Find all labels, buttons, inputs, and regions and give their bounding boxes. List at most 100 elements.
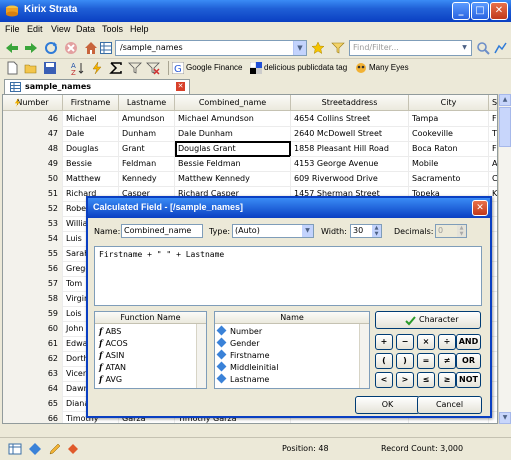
home-icon[interactable] bbox=[84, 41, 98, 55]
operator-button[interactable]: < bbox=[375, 372, 393, 388]
table-cell[interactable]: Douglas Grant bbox=[175, 141, 291, 157]
function-item[interactable]: f ASIN bbox=[99, 350, 124, 361]
table-cell[interactable]: Boca Raton bbox=[409, 141, 489, 157]
table-cell[interactable]: Sacramento bbox=[409, 171, 489, 187]
operator-button[interactable]: > bbox=[396, 372, 414, 388]
field-item[interactable]: Middleinitial bbox=[215, 361, 278, 373]
close-button[interactable]: ✕ bbox=[490, 2, 508, 20]
table-cell[interactable]: Matthew bbox=[63, 171, 119, 187]
operator-button[interactable]: ≠ bbox=[438, 353, 456, 369]
operator-button[interactable]: ≤ bbox=[417, 372, 435, 388]
table-cell[interactable]: CA bbox=[489, 171, 497, 187]
table-row[interactable]: 46 Michael Amundson Michael Amundson 4654 Co… bbox=[3, 111, 497, 127]
row-number-cell[interactable]: 48 bbox=[3, 141, 63, 157]
operator-button[interactable]: − bbox=[396, 334, 414, 350]
operator-button[interactable]: AND bbox=[456, 334, 481, 350]
row-number-cell[interactable]: 50 bbox=[3, 171, 63, 187]
table-row[interactable]: 50 Matthew Kennedy Matthew Kennedy 609 River… bbox=[3, 171, 497, 187]
field-item[interactable]: Lastname bbox=[215, 373, 269, 385]
forward-icon[interactable] bbox=[24, 41, 38, 55]
function-list-scrollbar[interactable] bbox=[196, 324, 206, 388]
new-file-icon[interactable] bbox=[5, 61, 19, 75]
field-item[interactable]: Firstname bbox=[215, 349, 270, 361]
table-cell[interactable]: 1858 Pleasant Hill Road bbox=[291, 141, 409, 157]
sort-icon[interactable]: AZ bbox=[71, 61, 85, 75]
bookmark-google-finance[interactable]: Google Finance bbox=[186, 63, 242, 72]
table-cell[interactable]: Feldman bbox=[119, 156, 175, 172]
cancel-button[interactable]: Cancel bbox=[417, 396, 482, 414]
table-cell[interactable]: 609 Riverwood Drive bbox=[291, 171, 409, 187]
field-list-scrollbar[interactable] bbox=[359, 324, 369, 388]
function-item[interactable]: f ABS bbox=[99, 326, 121, 337]
bookmark-many-eyes[interactable]: Many Eyes bbox=[369, 63, 409, 72]
function-list[interactable]: Function Name f ABS f ACOS f ASIN f ATAN f AVG bbox=[94, 311, 207, 389]
table-cell[interactable]: Dale Dunham bbox=[175, 126, 291, 142]
open-folder-icon[interactable] bbox=[24, 61, 38, 75]
table-view-icon[interactable] bbox=[8, 442, 22, 456]
operator-button[interactable]: ÷ bbox=[438, 334, 456, 350]
table-cell[interactable]: Cookeville bbox=[409, 126, 489, 142]
scroll-down-arrow[interactable]: ▼ bbox=[499, 412, 511, 424]
width-spinner[interactable]: 30 ▲ ▼ bbox=[350, 224, 382, 238]
lightning-icon[interactable] bbox=[90, 61, 104, 75]
save-disk-icon[interactable] bbox=[43, 61, 57, 75]
table-cell[interactable]: Dunham bbox=[119, 126, 175, 142]
row-number-cell[interactable]: 54 bbox=[3, 231, 63, 247]
chevron-down-icon[interactable]: ▼ bbox=[293, 41, 306, 55]
table-cell[interactable]: Bessie bbox=[63, 156, 119, 172]
options-chart-icon[interactable] bbox=[494, 41, 508, 55]
expression-editor[interactable]: Firstname + " " + Lastname bbox=[94, 246, 482, 306]
row-number-cell[interactable]: 62 bbox=[3, 351, 63, 367]
filter-funnel-icon[interactable] bbox=[331, 41, 345, 55]
row-number-cell[interactable]: 65 bbox=[3, 396, 63, 412]
remove-filter-icon[interactable] bbox=[146, 61, 160, 75]
table-cell[interactable]: Michael bbox=[63, 111, 119, 127]
table-row[interactable]: 49 Bessie Feldman Bessie Feldman 4153 George… bbox=[3, 156, 497, 172]
name-field[interactable]: Combined_name bbox=[121, 224, 203, 238]
row-number-cell[interactable]: 55 bbox=[3, 246, 63, 262]
menu-help[interactable]: Help bbox=[130, 24, 149, 34]
table-cell[interactable]: TN bbox=[489, 126, 497, 142]
dialog-close-button[interactable]: ✕ bbox=[472, 200, 488, 216]
row-number-cell[interactable]: 47 bbox=[3, 126, 63, 142]
row-number-cell[interactable]: 60 bbox=[3, 321, 63, 337]
bookmark-delicious-publicdata[interactable]: delicious publicdata tag bbox=[264, 63, 347, 72]
operator-button[interactable]: = bbox=[417, 353, 435, 369]
structure-diamond-icon[interactable] bbox=[28, 442, 42, 456]
table-cell[interactable]: Dale bbox=[63, 126, 119, 142]
operator-button[interactable]: ( bbox=[375, 353, 393, 369]
operator-button[interactable]: + bbox=[375, 334, 393, 350]
ok-button[interactable]: OK bbox=[355, 396, 420, 414]
row-number-cell[interactable]: 64 bbox=[3, 381, 63, 397]
chevron-down-icon[interactable]: ▼ bbox=[302, 225, 313, 237]
table-row[interactable]: 47 Dale Dunham Dale Dunham 2640 McDowell Str… bbox=[3, 126, 497, 142]
operator-button[interactable]: × bbox=[417, 334, 435, 350]
menu-tools[interactable]: Tools bbox=[102, 24, 123, 34]
function-item[interactable]: f ATAN bbox=[99, 362, 126, 373]
table-cell[interactable]: 2640 McDowell Street bbox=[291, 126, 409, 142]
relationships-icon[interactable] bbox=[66, 442, 80, 456]
search-icon[interactable] bbox=[476, 41, 490, 55]
row-number-cell[interactable]: 59 bbox=[3, 306, 63, 322]
row-number-cell[interactable]: 52 bbox=[3, 201, 63, 217]
spinner-arrows-icon[interactable]: ▲ ▼ bbox=[372, 225, 381, 237]
close-tab-icon[interactable]: ✕ bbox=[176, 82, 185, 91]
column-header[interactable]: Combined_name bbox=[175, 95, 291, 111]
row-number-cell[interactable]: 66 bbox=[3, 411, 63, 423]
menu-view[interactable]: View bbox=[51, 24, 70, 34]
row-number-cell[interactable]: 53 bbox=[3, 216, 63, 232]
scroll-up-arrow[interactable]: ▲ bbox=[499, 94, 511, 106]
row-number-cell[interactable]: 51 bbox=[3, 186, 63, 202]
menu-file[interactable]: File bbox=[5, 24, 20, 34]
table-cell[interactable]: Grant bbox=[119, 141, 175, 157]
column-header[interactable]: Number bbox=[3, 95, 63, 111]
chevron-down-icon[interactable]: ▼ bbox=[459, 42, 470, 54]
row-number-cell[interactable]: 56 bbox=[3, 261, 63, 277]
column-header[interactable]: Firstname bbox=[63, 95, 119, 111]
table-cell[interactable]: Kennedy bbox=[119, 171, 175, 187]
minimize-button[interactable]: _ bbox=[452, 2, 470, 20]
field-list[interactable]: Name Number Gender Firstname Middleinitial L… bbox=[214, 311, 370, 389]
table-cell[interactable]: FL bbox=[489, 111, 497, 127]
column-header[interactable]: Lastname bbox=[119, 95, 175, 111]
row-number-cell[interactable]: 61 bbox=[3, 336, 63, 352]
